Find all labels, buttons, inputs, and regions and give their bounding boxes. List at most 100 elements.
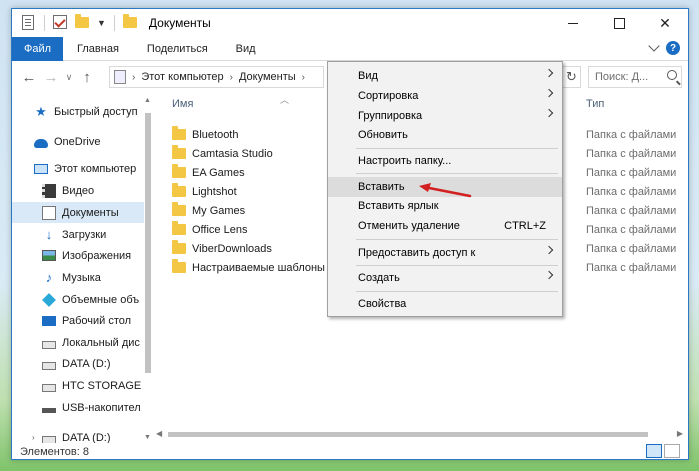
nav-scrollbar[interactable]: ▲ ▼ <box>144 93 152 443</box>
up-arrow-icon[interactable]: ↑ <box>76 66 98 88</box>
window-controls: ✕ <box>550 9 688 37</box>
menu-item-undo-delete[interactable]: Отменить удаление CTRL+Z <box>328 216 562 236</box>
search-input[interactable]: Поиск: Д... <box>588 66 682 88</box>
download-icon: ↓ <box>45 226 53 242</box>
file-name: ViberDownloads <box>192 243 272 255</box>
scroll-up-icon[interactable]: ▲ <box>144 97 151 104</box>
menu-item-customize-folder[interactable]: Настроить папку... <box>328 151 562 171</box>
menu-item-label: Обновить <box>358 129 408 141</box>
column-header-type[interactable]: Тип <box>586 98 604 110</box>
sidebar-item-label: Музыка <box>62 271 101 284</box>
menu-item-label: Отменить удаление <box>358 220 460 232</box>
menu-item-label: Создать <box>358 272 400 284</box>
menu-separator <box>356 173 558 174</box>
expand-ribbon-icon[interactable] <box>648 40 660 52</box>
search-icon <box>667 70 677 80</box>
folder-icon <box>122 14 139 31</box>
tab-file[interactable]: Файл <box>12 36 64 61</box>
folder-icon <box>172 202 186 216</box>
drive-icon <box>42 361 56 370</box>
sidebar-item-downloads[interactable]: ↓ Загрузки <box>12 224 144 245</box>
folder-icon <box>172 183 186 197</box>
breadcrumb-this-pc[interactable]: Этот компьютер <box>141 71 223 83</box>
details-view-icon[interactable] <box>646 444 662 458</box>
menu-item-group[interactable]: Группировка <box>328 106 562 126</box>
navigation-pane: ★ Быстрый доступ OneDrive Этот компьютер… <box>12 93 152 443</box>
window-title: Документы <box>148 16 211 30</box>
status-bar: Элементов: 8 <box>12 443 688 461</box>
scroll-down-icon[interactable]: ▼ <box>144 434 151 441</box>
folder-icon <box>172 164 186 178</box>
sidebar-item-documents[interactable]: Документы <box>12 202 144 223</box>
menu-item-share-with[interactable]: Предоставить доступ к <box>328 243 562 263</box>
menu-item-paste-shortcut[interactable]: Вставить ярлык <box>328 196 562 216</box>
large-icons-view-icon[interactable] <box>664 444 680 458</box>
breadcrumb-documents[interactable]: Документы <box>239 71 296 83</box>
tab-home[interactable]: Главная <box>63 37 133 61</box>
sidebar-item-video[interactable]: Видео <box>12 180 144 201</box>
sidebar-item-local-disk[interactable]: Локальный дис <box>12 332 144 353</box>
shortcut-label: CTRL+Z <box>504 220 546 232</box>
file-name: Bluetooth <box>192 129 239 141</box>
file-name: Camtasia Studio <box>192 148 273 160</box>
file-name: Настраиваемые шаблоны O <box>192 262 332 274</box>
column-header-name[interactable]: Имя <box>172 98 193 110</box>
file-type: Папка с файлами <box>586 262 677 274</box>
computer-icon <box>34 163 48 174</box>
breadcrumb-separator[interactable]: › <box>302 72 305 83</box>
refresh-icon[interactable]: ↻ <box>563 66 581 88</box>
music-icon: ♪ <box>45 269 53 285</box>
menu-item-sort[interactable]: Сортировка <box>328 86 562 106</box>
document-icon[interactable] <box>20 15 36 31</box>
sidebar-item-label: Рабочий стол <box>62 314 132 327</box>
drive-icon <box>42 383 56 392</box>
horizontal-scrollbar[interactable]: ◀ ▶ <box>152 427 687 441</box>
file-type: Папка с файлами <box>586 167 677 179</box>
sidebar-item-images[interactable]: Изображения <box>12 245 144 266</box>
file-type: Папка с файлами <box>586 205 677 217</box>
images-icon <box>42 250 56 261</box>
help-icon[interactable]: ? <box>666 41 680 55</box>
scroll-thumb[interactable] <box>168 432 648 437</box>
menu-item-new[interactable]: Создать <box>328 268 562 288</box>
properties-check-icon[interactable] <box>53 15 69 31</box>
sidebar-item-htc-storage[interactable]: HTC STORAGE ( <box>12 375 144 396</box>
menu-separator <box>356 291 558 292</box>
sidebar-item-music[interactable]: ♪ Музыка <box>12 267 144 288</box>
scroll-right-icon[interactable]: ▶ <box>677 429 683 438</box>
menu-item-view[interactable]: Вид <box>328 66 562 86</box>
sidebar-item-quick-access[interactable]: ★ Быстрый доступ <box>12 101 144 122</box>
new-folder-icon[interactable] <box>75 14 91 31</box>
scroll-thumb[interactable] <box>145 113 151 373</box>
address-bar[interactable]: › Этот компьютер › Документы › <box>109 66 324 88</box>
sort-ascending-icon: ︿ <box>280 95 290 105</box>
maximize-button[interactable] <box>596 9 642 37</box>
recent-locations-icon[interactable]: ∨ <box>62 72 76 83</box>
sidebar-item-this-pc[interactable]: Этот компьютер <box>12 158 144 179</box>
sidebar-item-onedrive[interactable]: OneDrive <box>12 131 144 152</box>
breadcrumb-separator[interactable]: › <box>230 72 233 83</box>
menu-item-properties[interactable]: Свойства <box>328 294 562 314</box>
sidebar-item-usb[interactable]: USB-накопител <box>12 397 144 418</box>
menu-item-label: Группировка <box>358 110 423 122</box>
menu-item-refresh[interactable]: Обновить <box>328 125 562 145</box>
cloud-icon <box>34 138 48 148</box>
expand-icon[interactable]: › <box>32 433 40 442</box>
video-icon <box>42 183 56 198</box>
minimize-button[interactable] <box>550 9 596 37</box>
forward-arrow-icon[interactable]: → <box>40 66 62 88</box>
sidebar-item-data-drive[interactable]: DATA (D:) <box>12 353 144 374</box>
breadcrumb-separator[interactable]: › <box>132 72 135 83</box>
close-button[interactable]: ✕ <box>642 9 688 37</box>
local-disk-icon <box>42 340 56 349</box>
scroll-left-icon[interactable]: ◀ <box>156 429 162 438</box>
quick-access-dropdown[interactable]: ▼ <box>97 18 106 28</box>
sidebar-item-label: Быстрый доступ <box>54 105 138 118</box>
menu-item-paste[interactable]: Вставить <box>328 177 562 197</box>
sidebar-item-data-drive-2[interactable]: › DATA (D:) <box>12 427 144 443</box>
sidebar-item-3d-objects[interactable]: Объемные объ <box>12 289 144 310</box>
back-arrow-icon[interactable]: ← <box>18 66 40 88</box>
tab-view[interactable]: Вид <box>222 37 270 61</box>
tab-share[interactable]: Поделиться <box>133 37 222 61</box>
sidebar-item-desktop[interactable]: Рабочий стол <box>12 310 144 331</box>
